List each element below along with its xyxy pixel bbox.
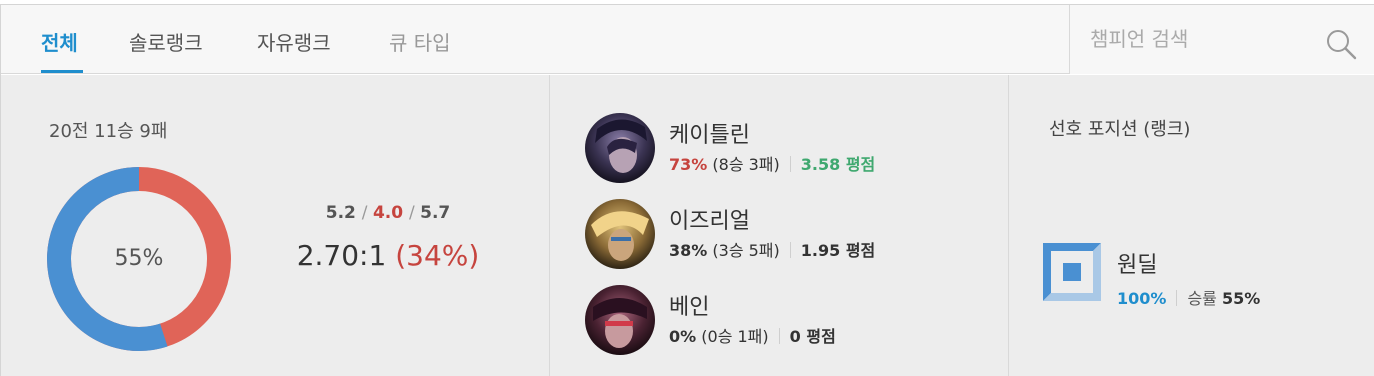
column-divider	[549, 75, 550, 376]
kda-ratio-line: 2.70:1 (34%)	[265, 239, 511, 272]
tab-queue-type[interactable]: 큐 타입	[389, 27, 451, 56]
match-summary-panel: 전체 솔로랭크 자유랭크 큐 타입 20전 11승 9패 55% 5.2 / 4…	[0, 4, 1374, 376]
champion-search-input[interactable]	[1090, 23, 1310, 55]
champion-stats: 73% (8승 3패) 3.58 평점	[669, 151, 875, 175]
champion-kda: 1.95 평점	[800, 241, 876, 260]
adc-position-icon	[1043, 243, 1101, 301]
champion-stats: 0% (0승 1패) 0 평점	[669, 323, 836, 347]
champion-row[interactable]: 케이틀린 73% (8승 3패) 3.58 평점	[585, 113, 1005, 185]
win-loss-record: 20전 11승 9패	[49, 121, 168, 142]
champion-stats: 38% (3승 5패) 1.95 평점	[669, 237, 875, 261]
champion-search	[1069, 5, 1374, 74]
tab-flex-rank[interactable]: 자유랭크	[257, 27, 331, 56]
champion-name: 케이틀린	[669, 123, 750, 148]
summary-content: 20전 11승 9패 55% 5.2 / 4.0 / 5.7 2.70:1 (3…	[1, 75, 1374, 376]
kda-ratio: 2.70:1	[296, 239, 387, 272]
position-name: 원딜	[1117, 253, 1158, 278]
champion-win-rate: 73%	[669, 155, 708, 174]
tab-all[interactable]: 전체	[41, 27, 78, 56]
champion-portrait	[585, 113, 655, 183]
champion-row[interactable]: 베인 0% (0승 1패) 0 평점	[585, 285, 1005, 357]
kda-line: 5.2 / 4.0 / 5.7	[325, 203, 451, 223]
champion-record: (3승 5패)	[712, 241, 780, 260]
position-win-label: 승률	[1187, 289, 1217, 308]
position-win-rate: 55%	[1221, 289, 1261, 308]
win-rate-label: 55%	[114, 246, 164, 271]
position-stats: 100% 승률 55%	[1117, 285, 1260, 309]
active-tab-indicator	[41, 70, 83, 73]
champion-name: 이즈리얼	[669, 209, 750, 234]
search-icon[interactable]	[1324, 27, 1358, 61]
position-play-rate: 100%	[1117, 289, 1167, 308]
kda-kills: 5.2	[325, 203, 356, 223]
queue-tab-bar: 전체 솔로랭크 자유랭크 큐 타입	[1, 5, 1374, 74]
champion-record: (0승 1패)	[701, 327, 769, 346]
kda-assists: 5.7	[420, 203, 451, 223]
column-divider	[1008, 75, 1009, 376]
champion-name: 베인	[669, 295, 710, 320]
kda-deaths: 4.0	[372, 203, 404, 223]
champion-record: (8승 3패)	[712, 155, 780, 174]
champion-portrait	[585, 285, 655, 355]
champion-row[interactable]: 이즈리얼 38% (3승 5패) 1.95 평점	[585, 199, 1005, 271]
preferred-position-title: 선호 포지션 (랭크)	[1049, 119, 1191, 140]
tab-solo-rank[interactable]: 솔로랭크	[129, 27, 203, 56]
champion-kda: 0 평점	[789, 327, 836, 346]
champion-kda: 3.58 평점	[800, 155, 876, 174]
champion-portrait	[585, 199, 655, 269]
champion-win-rate: 0%	[669, 327, 697, 346]
kill-participation: (34%)	[395, 239, 480, 272]
champion-win-rate: 38%	[669, 241, 708, 260]
